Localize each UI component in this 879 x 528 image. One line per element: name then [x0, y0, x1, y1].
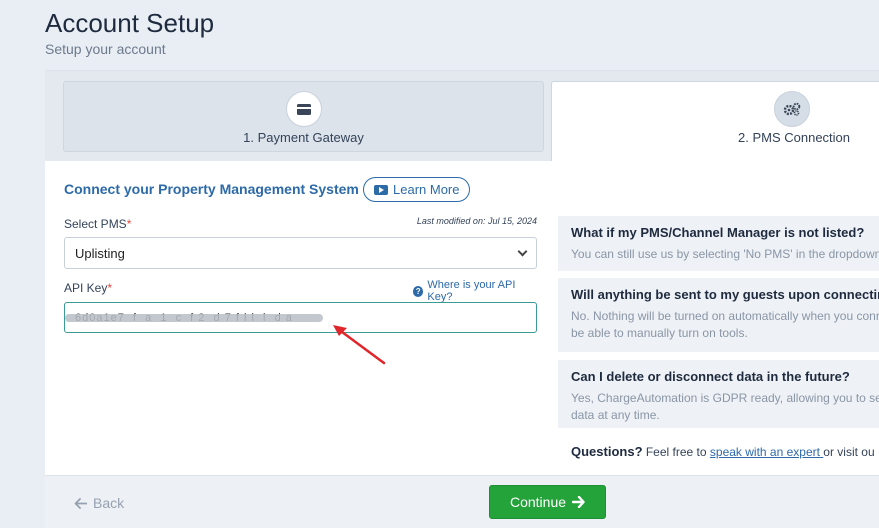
question-circle-icon: ?: [413, 285, 424, 297]
label-text: Select PMS: [64, 217, 127, 231]
questions-text: Feel free to: [642, 445, 710, 459]
questions-help: Questions? Feel free to speak with an ex…: [571, 444, 875, 459]
required-mark: *: [107, 281, 113, 295]
learn-more-button[interactable]: Learn More: [363, 177, 471, 202]
faq-question: Will anything be sent to my guests upon …: [571, 287, 879, 302]
continue-button[interactable]: Continue: [489, 485, 606, 519]
api-key-help-link[interactable]: ? Where is your API Key?: [413, 279, 537, 303]
stepper: 1. Payment Gateway 2. PMS Connection: [45, 71, 879, 161]
youtube-icon: [374, 184, 388, 195]
faq-answer-line: be able to manually turn on tools.: [571, 326, 748, 340]
faq-answer-line: Yes, ChargeAutomation is GDPR ready, all…: [571, 391, 879, 405]
continue-label: Continue: [509, 494, 567, 510]
step-label: 2. PMS Connection: [738, 130, 851, 145]
pms-select[interactable]: Uplisting: [64, 237, 537, 269]
chevron-down-icon: [517, 246, 528, 256]
page-subtitle: Setup your account: [45, 41, 166, 57]
questions-tail: or visit ou: [823, 445, 875, 459]
redaction-blur: [65, 314, 323, 322]
faq-answer-line: data at any time.: [571, 408, 660, 422]
arrow-right-icon: [572, 496, 585, 508]
step-pms-connection[interactable]: 2. PMS Connection: [551, 81, 879, 161]
faq-question: What if my PMS/Channel Manager is not li…: [571, 225, 865, 240]
faq-answer-line: No. Nothing will be turned on automatica…: [571, 309, 879, 323]
faq-answer: No. Nothing will be turned on automatica…: [571, 308, 879, 342]
api-key-label: API Key*: [64, 281, 112, 295]
select-pms-label: Select PMS*: [64, 217, 131, 231]
last-modified-text: Last modified on: Jul 15, 2024: [416, 216, 537, 226]
faq-question: Can I delete or disconnect data in the f…: [571, 369, 850, 384]
learn-more-label: Learn More: [393, 182, 460, 197]
footer-bar: Back Continue: [45, 475, 879, 528]
arrow-left-icon: [74, 497, 87, 509]
api-help-label: Where is your API Key?: [427, 279, 516, 303]
back-button[interactable]: Back: [74, 495, 124, 511]
faq-answer: Yes, ChargeAutomation is GDPR ready, all…: [571, 390, 879, 424]
faq-answer-line: You can still use us by selecting 'No PM…: [571, 247, 879, 261]
step-payment-gateway[interactable]: 1. Payment Gateway: [63, 81, 544, 152]
questions-lead: Questions?: [571, 444, 643, 459]
section-title: Connect your Property Management System: [64, 181, 359, 197]
faq-item: What if my PMS/Channel Manager is not li…: [558, 216, 879, 271]
setup-card: 1. Payment Gateway 2. PMS Connection Con…: [45, 70, 879, 528]
label-text: API Key: [64, 281, 108, 295]
annotation-arrow-icon: [333, 325, 386, 365]
faq-item: Will anything be sent to my guests upon …: [558, 278, 879, 352]
faq-answer: You can still use us by selecting 'No PM…: [571, 246, 879, 263]
speak-with-expert-link[interactable]: speak with an expert: [710, 445, 823, 459]
step-label: 1. Payment Gateway: [243, 130, 364, 145]
gears-icon: [774, 91, 810, 127]
credit-card-icon: [286, 91, 322, 127]
selected-pms: Uplisting: [75, 245, 125, 261]
page-title: Account Setup: [45, 8, 215, 38]
required-mark: *: [126, 217, 132, 231]
faq-item: Can I delete or disconnect data in the f…: [558, 360, 879, 428]
back-label: Back: [93, 495, 125, 511]
